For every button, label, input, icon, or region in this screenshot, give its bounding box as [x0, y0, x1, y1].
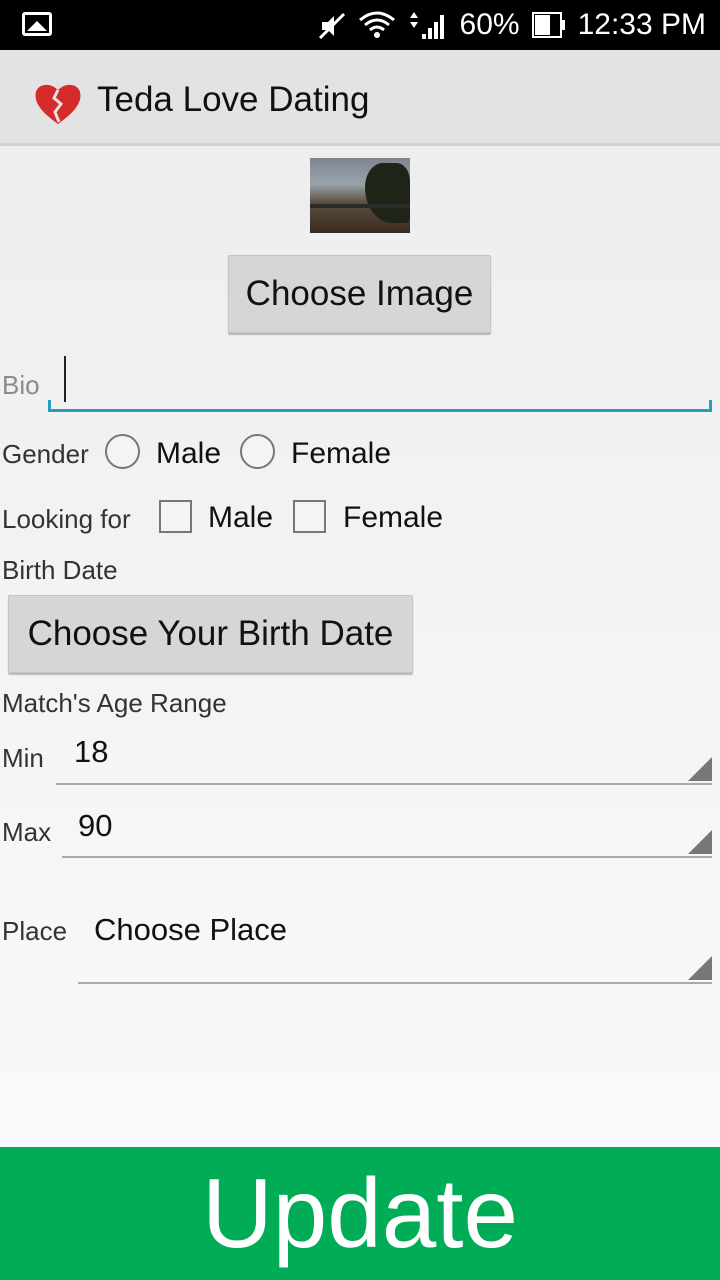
- looking-for-label: Looking for: [2, 504, 131, 534]
- choose-birth-date-button[interactable]: Choose Your Birth Date: [8, 595, 413, 673]
- place-value: Choose Place: [94, 912, 288, 947]
- battery-percent: 60%: [459, 8, 520, 41]
- profile-image: [310, 158, 410, 233]
- app-title: Teda Love Dating: [97, 80, 370, 119]
- update-button[interactable]: Update: [0, 1147, 720, 1280]
- gallery-notification-icon: [22, 12, 52, 36]
- looking-for-female-checkbox[interactable]: [293, 500, 326, 533]
- bio-label: Bio: [2, 370, 40, 400]
- dropdown-arrow-icon: [688, 757, 712, 781]
- looking-for-male-label[interactable]: Male: [208, 501, 273, 535]
- text-cursor: [64, 356, 66, 402]
- broken-heart-icon: [35, 84, 81, 124]
- place-label: Place: [2, 916, 68, 946]
- looking-for-male-checkbox[interactable]: [159, 500, 192, 533]
- wifi-icon: [358, 10, 396, 40]
- gender-male-label[interactable]: Male: [156, 437, 221, 471]
- age-range-label: Match's Age Range: [2, 688, 227, 718]
- min-age-value: 18: [74, 734, 109, 769]
- choose-image-button[interactable]: Choose Image: [228, 255, 491, 333]
- birth-date-label: Birth Date: [2, 555, 118, 585]
- max-label: Max: [2, 817, 52, 847]
- gender-female-radio[interactable]: [240, 434, 275, 469]
- dropdown-arrow-icon: [688, 956, 712, 980]
- min-label: Min: [2, 743, 44, 773]
- clock: 12:33 PM: [577, 8, 706, 41]
- app-logo: [28, 66, 88, 130]
- battery-icon: [531, 11, 566, 39]
- looking-for-female-label[interactable]: Female: [343, 501, 443, 535]
- gender-female-label[interactable]: Female: [291, 437, 391, 471]
- dropdown-arrow-icon: [688, 830, 712, 854]
- max-age-value: 90: [78, 808, 113, 843]
- bio-input[interactable]: [48, 352, 712, 412]
- gender-label: Gender: [2, 439, 89, 469]
- mute-icon: [316, 10, 346, 40]
- max-age-spinner[interactable]: 90: [62, 808, 712, 858]
- signal-icon: [408, 10, 448, 40]
- status-bar: 60% 12:33 PM: [0, 0, 720, 50]
- min-age-spinner[interactable]: 18: [56, 734, 712, 785]
- place-spinner[interactable]: Choose Place: [78, 906, 712, 984]
- gender-male-radio[interactable]: [105, 434, 140, 469]
- app-bar: Teda Love Dating: [0, 50, 720, 146]
